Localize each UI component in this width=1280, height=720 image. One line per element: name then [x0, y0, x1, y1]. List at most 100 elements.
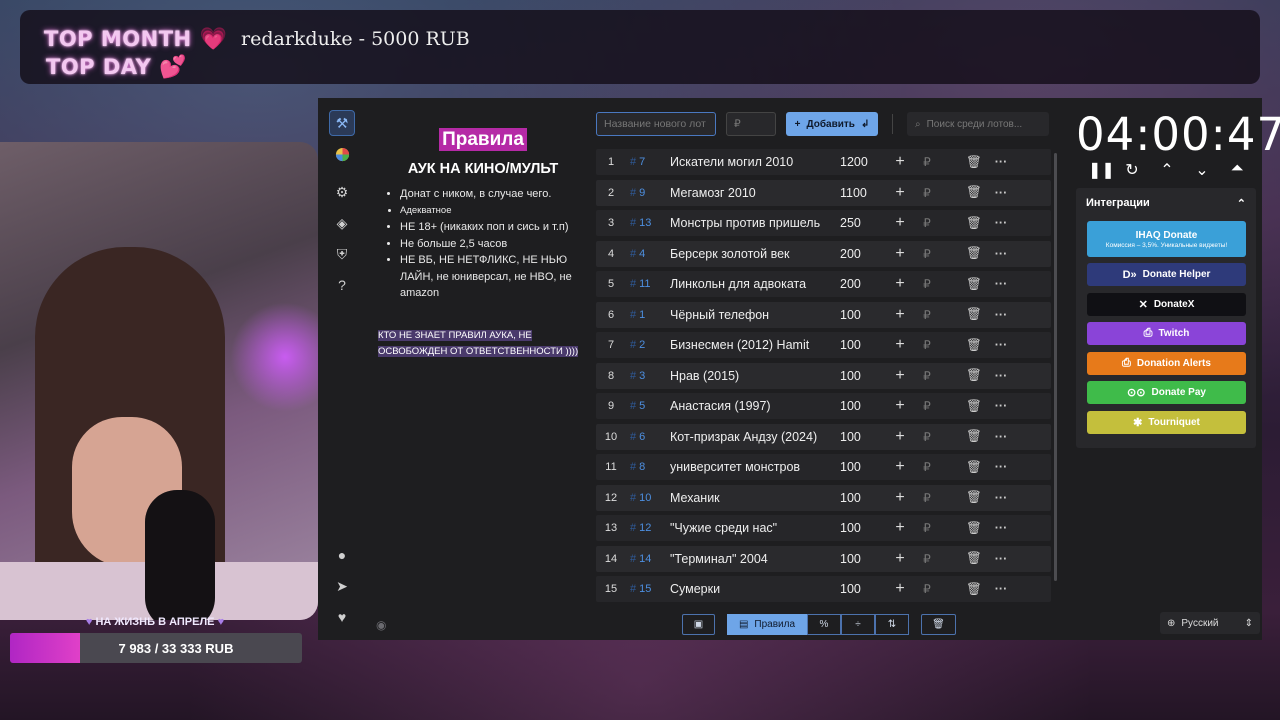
lot-title[interactable]: университет монстров	[670, 460, 820, 474]
twitch-button[interactable]: ⎙ Twitch	[1087, 322, 1246, 345]
clear-list-icon[interactable]: 🗑	[921, 614, 956, 635]
lot-row[interactable]: 5 #11 Линкольн для адвоката 200 + ₽ 🗑 ···	[596, 271, 1051, 297]
plus-icon[interactable]: +	[886, 336, 914, 354]
plus-icon[interactable]: +	[886, 153, 914, 171]
plus-icon[interactable]: +	[886, 397, 914, 415]
lot-amount[interactable]: 250	[820, 216, 880, 230]
pie-chart-icon[interactable]	[329, 141, 355, 167]
lot-amount[interactable]: 100	[820, 369, 880, 383]
more-icon[interactable]: ···	[988, 308, 1014, 322]
lot-title[interactable]: "Терминал" 2004	[670, 552, 820, 566]
add-lot-button[interactable]: + Добавить ↲	[786, 112, 878, 136]
trash-icon[interactable]: 🗑	[964, 246, 984, 261]
more-icon[interactable]: ···	[988, 277, 1014, 291]
lot-row[interactable]: 11 #8 университет монстров 100 + ₽ 🗑 ···	[596, 454, 1051, 480]
lot-row[interactable]: 7 #2 Бизнесмен (2012) Hamit 100 + ₽ 🗑 ···	[596, 332, 1051, 358]
donate-pay-button[interactable]: ⊙⊙ Donate Pay	[1087, 381, 1246, 404]
more-icon[interactable]: ···	[988, 552, 1014, 566]
more-icon[interactable]: ···	[988, 369, 1014, 383]
tourniquet-button[interactable]: ✱ Tourniquet	[1087, 410, 1246, 434]
trash-icon[interactable]: 🗑	[964, 185, 984, 200]
pause-icon[interactable]: ❚❚	[1088, 160, 1115, 180]
plus-icon[interactable]: +	[886, 458, 914, 476]
lot-title[interactable]: Анастасия (1997)	[670, 399, 820, 413]
plus-icon[interactable]: +	[886, 184, 914, 202]
lot-row[interactable]: 10 #6 Кот-призрак Андзу (2024) 100 + ₽ 🗑 ···	[596, 423, 1051, 450]
split-icon[interactable]: ÷	[841, 614, 875, 635]
help-icon[interactable]: ?	[329, 272, 355, 298]
lot-row[interactable]: 9 #5 Анастасия (1997) 100 + ₽ 🗑 ···	[596, 393, 1051, 419]
telegram-icon[interactable]: ➤	[329, 573, 355, 599]
donate-icon[interactable]: ♥	[329, 604, 355, 630]
more-icon[interactable]: ···	[988, 216, 1014, 230]
lot-title[interactable]: Мегамозг 2010	[670, 186, 820, 200]
plus-icon[interactable]: +	[886, 306, 914, 324]
plus-icon[interactable]: +	[886, 245, 914, 263]
gavel-icon[interactable]: ⚒	[329, 110, 355, 136]
lot-amount[interactable]: 100	[820, 338, 880, 352]
plus-icon[interactable]: +	[886, 428, 914, 446]
lot-amount[interactable]: 100	[820, 308, 880, 322]
plus-icon[interactable]: +	[886, 489, 914, 507]
lot-amount[interactable]: 100	[820, 521, 880, 535]
lot-row[interactable]: 14 #14 "Терминал" 2004 100 + ₽ 🗑 ···	[596, 545, 1051, 572]
lot-amount[interactable]: 200	[820, 247, 880, 261]
more-icon[interactable]: ···	[988, 247, 1014, 261]
double-chevron-up-icon[interactable]: ⏶	[1228, 160, 1246, 180]
lot-title[interactable]: Кот-призрак Андзу (2024)	[670, 430, 820, 444]
plus-icon[interactable]: +	[886, 214, 914, 232]
lot-name-input[interactable]: Название нового лот	[596, 112, 716, 136]
trash-icon[interactable]: 🗑	[964, 155, 984, 170]
gear-icon[interactable]: ⚙	[329, 179, 355, 205]
donate-helper-button[interactable]: D» Donate Helper	[1087, 263, 1246, 286]
trash-icon[interactable]: 🗑	[964, 277, 984, 292]
lot-title[interactable]: Искатели могил 2010	[670, 155, 820, 169]
lot-row[interactable]: 12 #10 Механик 100 + ₽ 🗑 ···	[596, 484, 1051, 511]
lot-title[interactable]: Механик	[670, 491, 820, 505]
trash-icon[interactable]: 🗑	[964, 338, 984, 353]
lot-amount[interactable]: 100	[820, 430, 880, 444]
lot-title[interactable]: Сумерки	[670, 582, 820, 596]
donatex-button[interactable]: ✕ DonateX	[1087, 292, 1246, 316]
language-select[interactable]: ⊕ Русский ⇕	[1160, 612, 1260, 634]
plus-icon[interactable]: +	[886, 275, 914, 293]
lot-list-scrollbar[interactable]	[1054, 153, 1057, 581]
chevron-up-icon[interactable]: ⌃	[1237, 197, 1246, 210]
chevron-down-icon[interactable]: ⌄	[1193, 160, 1211, 180]
sort-icon[interactable]: ⇅	[875, 614, 909, 635]
lot-row[interactable]: 1 #7 Искатели могил 2010 1200 + ₽ 🗑 ···	[596, 149, 1051, 175]
lot-row[interactable]: 8 #3 Нрав (2015) 100 + ₽ 🗑 ···	[596, 362, 1051, 389]
eye-icon[interactable]: ◉	[376, 618, 386, 632]
lot-amount[interactable]: 100	[820, 460, 880, 474]
lot-title[interactable]: Чёрный телефон	[670, 308, 820, 322]
lot-amount[interactable]: 100	[820, 552, 880, 566]
lot-amount[interactable]: 1200	[820, 155, 880, 169]
lot-row[interactable]: 15 #15 Сумерки 100 + ₽ 🗑 ···	[596, 576, 1051, 602]
lot-title[interactable]: Монстры против пришельцев	[670, 216, 820, 230]
more-icon[interactable]: ···	[988, 338, 1014, 352]
more-icon[interactable]: ···	[988, 186, 1014, 200]
lot-amount[interactable]: 200	[820, 277, 880, 291]
more-icon[interactable]: ···	[988, 430, 1014, 444]
plus-icon[interactable]: +	[886, 519, 914, 537]
plus-icon[interactable]: +	[886, 550, 914, 568]
lot-amount[interactable]: 1100	[820, 186, 880, 200]
lot-row[interactable]: 6 #1 Чёрный телефон 100 + ₽ 🗑 ···	[596, 301, 1051, 328]
more-icon[interactable]: ···	[988, 399, 1014, 413]
lot-title[interactable]: Нрав (2015)	[670, 369, 820, 383]
lot-row[interactable]: 13 #12 "Чужие среди нас" 100 + ₽ 🗑 ···	[596, 515, 1051, 541]
trash-icon[interactable]: 🗑	[964, 490, 984, 505]
trash-icon[interactable]: 🗑	[964, 521, 984, 536]
lot-search-input[interactable]: ⌕ Поиск среди лотов...	[907, 112, 1049, 136]
lot-row[interactable]: 2 #9 Мегамозг 2010 1100 + ₽ 🗑 ···	[596, 179, 1051, 206]
ihaq-donate-button[interactable]: IHAQ Donate Комиссия – 3,5%. Уникальные …	[1087, 221, 1246, 257]
donation-alerts-button[interactable]: ⎙ Donation Alerts	[1087, 351, 1246, 375]
lot-title[interactable]: "Чужие среди нас"	[670, 521, 820, 535]
trash-icon[interactable]: 🗑	[964, 368, 984, 383]
shield-icon[interactable]: ⛨	[329, 241, 355, 267]
lot-amount-input[interactable]: ₽	[726, 112, 776, 136]
lot-title[interactable]: Берсерк золотой век	[670, 247, 820, 261]
percent-toggle-button[interactable]: %	[807, 614, 841, 635]
more-icon[interactable]: ···	[988, 155, 1014, 169]
more-icon[interactable]: ···	[988, 491, 1014, 505]
